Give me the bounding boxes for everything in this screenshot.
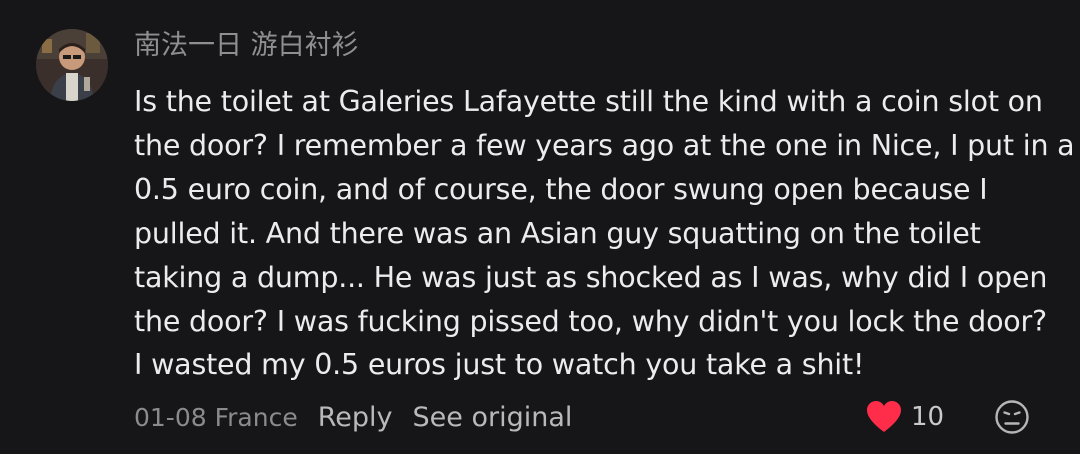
heart-icon bbox=[867, 401, 901, 432]
comment-line: 0.5 euro coin, and of course, the door s… bbox=[134, 172, 988, 206]
comment-line: taking a dump... He was just as shocked … bbox=[134, 260, 1048, 294]
frown-face-icon bbox=[995, 400, 1029, 434]
comment-meta: 01-08 France Reply See original bbox=[134, 396, 592, 438]
see-original-button[interactable]: See original bbox=[413, 402, 573, 433]
date-location: 01-08 France bbox=[134, 402, 298, 432]
username[interactable]: 南法一日 游白衬衫 bbox=[134, 26, 359, 66]
comment-line: pulled it. And there was an Asian guy sq… bbox=[134, 216, 981, 250]
reply-button[interactable]: Reply bbox=[318, 402, 393, 433]
comment-line: I wasted my 0.5 euros just to watch you … bbox=[134, 348, 865, 382]
avatar-image bbox=[36, 29, 108, 101]
comment-text: Is the toilet at Galeries Lafayette stil… bbox=[134, 80, 1075, 387]
like-button[interactable]: 10 bbox=[866, 397, 944, 437]
like-count: 10 bbox=[911, 402, 945, 432]
avatar[interactable] bbox=[36, 29, 108, 101]
comment-item: 南法一日 游白衬衫 Is the toilet at Galeries Lafa… bbox=[0, 0, 1080, 454]
comment-line: Is the toilet at Galeries Lafayette stil… bbox=[134, 85, 1043, 118]
comment-line: the door? I remember a few years ago at … bbox=[134, 128, 1075, 162]
dislike-button[interactable] bbox=[994, 399, 1030, 435]
comment-line: the door? I was fucking pissed too, why … bbox=[134, 304, 1047, 338]
